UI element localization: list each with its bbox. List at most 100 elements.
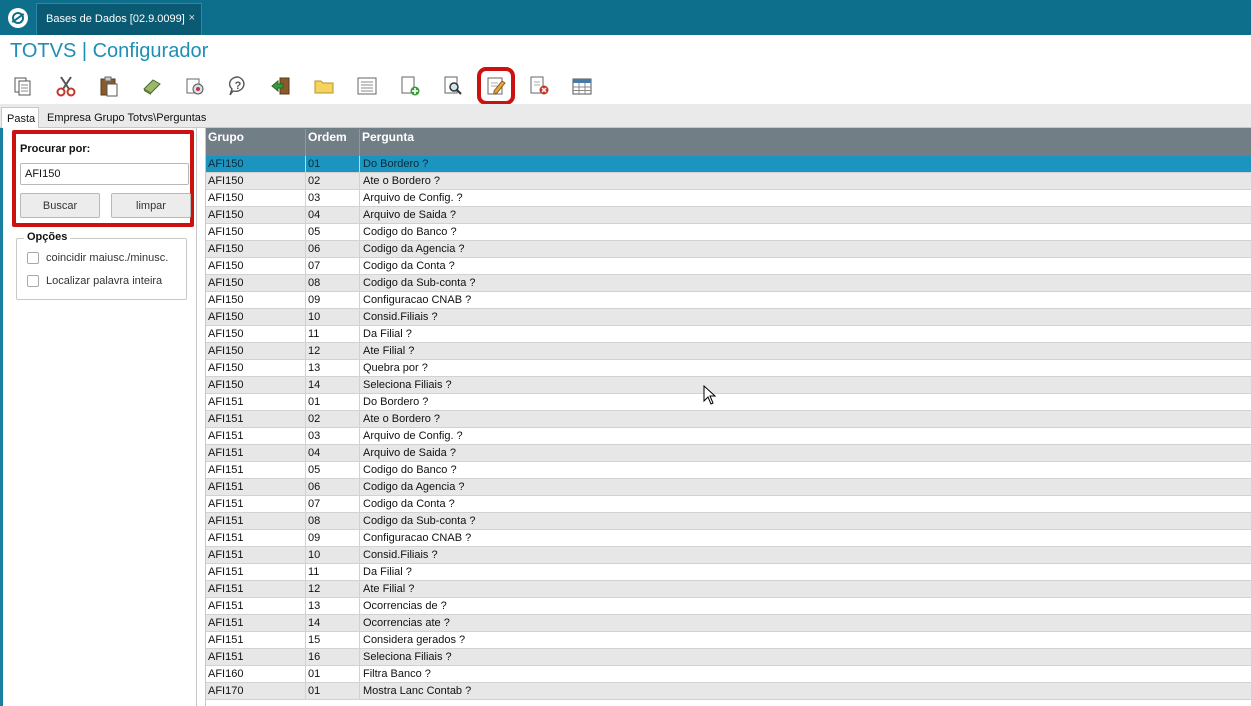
cell-pergunta: Configuracao CNAB ? — [363, 294, 472, 306]
help-icon[interactable]: ? — [227, 75, 249, 97]
cell-pergunta: Ate o Bordero ? — [363, 413, 441, 425]
table-row[interactable]: AFI151 01 Do Bordero ? — [206, 394, 1251, 411]
whole-word-checkbox[interactable] — [27, 275, 39, 287]
table-row[interactable]: AFI150 13 Quebra por ? — [206, 360, 1251, 377]
cell-ordem: 13 — [306, 360, 360, 376]
list-icon[interactable] — [356, 75, 378, 97]
cell-grupo: AFI151 — [206, 598, 306, 614]
table-row[interactable]: AFI151 11 Da Filial ? — [206, 564, 1251, 581]
tab-pasta[interactable]: Pasta — [1, 107, 39, 128]
cell-ordem: 14 — [306, 615, 360, 631]
cell-ordem: 04 — [306, 445, 360, 461]
table-row[interactable]: AFI160 01 Filtra Banco ? — [206, 666, 1251, 683]
search-input[interactable] — [20, 163, 189, 185]
table-row[interactable]: AFI150 12 Ate Filial ? — [206, 343, 1251, 360]
table-row[interactable]: AFI151 09 Configuracao CNAB ? — [206, 530, 1251, 547]
table-row[interactable]: AFI151 10 Consid.Filiais ? — [206, 547, 1251, 564]
match-case-checkbox[interactable] — [27, 252, 39, 264]
eraser-icon[interactable] — [141, 75, 163, 97]
table-icon[interactable] — [571, 75, 593, 97]
cell-grupo: AFI150 — [206, 360, 306, 376]
column-header-ordem[interactable]: Ordem — [306, 129, 360, 156]
table-row[interactable]: AFI151 12 Ate Filial ? — [206, 581, 1251, 598]
app-header: TOTVS | Configurador — [0, 35, 1251, 68]
table-row[interactable]: AFI150 02 Ate o Bordero ? — [206, 173, 1251, 190]
cell-grupo: AFI151 — [206, 564, 306, 580]
table-row[interactable]: AFI150 05 Codigo do Banco ? — [206, 224, 1251, 241]
search-panel: Procurar por: Buscar limpar Opções coinc… — [0, 128, 197, 706]
cell-ordem: 06 — [306, 241, 360, 257]
table-row[interactable]: AFI151 03 Arquivo de Config. ? — [206, 428, 1251, 445]
cell-pergunta: Do Bordero ? — [363, 158, 429, 170]
cut-icon[interactable] — [55, 75, 77, 97]
column-header-grupo[interactable]: Grupo — [206, 129, 306, 156]
search-box-highlight: Procurar por: Buscar limpar — [12, 130, 194, 227]
totvs-logo-icon[interactable] — [8, 8, 28, 28]
paste-icon[interactable] — [98, 75, 120, 97]
copy-icon[interactable] — [12, 75, 34, 97]
cell-pergunta: Ate Filial ? — [363, 583, 415, 595]
match-case-option[interactable]: coincidir maiusc./minusc. — [27, 252, 168, 264]
clear-button[interactable]: limpar — [111, 193, 191, 218]
cell-grupo: AFI151 — [206, 513, 306, 529]
search-button[interactable]: Buscar — [20, 193, 100, 218]
table-row[interactable]: AFI150 07 Codigo da Conta ? — [206, 258, 1251, 275]
cell-pergunta: Codigo da Sub-conta ? — [363, 277, 476, 289]
table-row[interactable]: AFI150 04 Arquivo de Saida ? — [206, 207, 1251, 224]
table-row[interactable]: AFI150 01 Do Bordero ? — [206, 156, 1251, 173]
mouse-cursor-icon — [703, 385, 717, 405]
cell-pergunta: Consid.Filiais ? — [363, 311, 438, 323]
cell-pergunta: Arquivo de Config. ? — [363, 430, 463, 442]
table-row[interactable]: AFI150 06 Codigo da Agencia ? — [206, 241, 1251, 258]
search-label: Procurar por: — [20, 143, 91, 155]
table-row[interactable]: AFI170 01 Mostra Lanc Contab ? — [206, 683, 1251, 700]
folder-icon[interactable] — [313, 75, 335, 97]
cell-ordem: 08 — [306, 513, 360, 529]
cell-ordem: 10 — [306, 309, 360, 325]
table-body: AFI150 01 Do Bordero ? AFI150 02 Ate o Border… — [206, 156, 1251, 700]
cell-grupo: AFI151 — [206, 479, 306, 495]
table-row[interactable]: AFI151 14 Ocorrencias ate ? — [206, 615, 1251, 632]
table-row[interactable]: AFI151 08 Codigo da Sub-conta ? — [206, 513, 1251, 530]
table-row[interactable]: AFI151 05 Codigo do Banco ? — [206, 462, 1251, 479]
whole-word-label: Localizar palavra inteira — [46, 275, 163, 287]
table-row[interactable]: AFI151 13 Ocorrencias de ? — [206, 598, 1251, 615]
close-tab-icon[interactable]: × — [189, 12, 195, 24]
cell-grupo: AFI151 — [206, 615, 306, 631]
search-document-icon[interactable] — [442, 75, 464, 97]
table-row[interactable]: AFI151 15 Considera gerados ? — [206, 632, 1251, 649]
cell-grupo: AFI150 — [206, 343, 306, 359]
table-row[interactable]: AFI150 14 Seleciona Filiais ? — [206, 377, 1251, 394]
app-tab-title: Bases de Dados [02.9.0099] — [46, 13, 185, 25]
cell-pergunta: Arquivo de Saida ? — [363, 447, 456, 459]
cell-grupo: AFI150 — [206, 241, 306, 257]
whole-word-option[interactable]: Localizar palavra inteira — [27, 275, 162, 287]
table-row[interactable]: AFI151 06 Codigo da Agencia ? — [206, 479, 1251, 496]
cell-pergunta: Ate o Bordero ? — [363, 175, 441, 187]
cell-pergunta: Do Bordero ? — [363, 396, 429, 408]
delete-document-icon[interactable] — [528, 75, 550, 97]
table-row[interactable]: AFI151 02 Ate o Bordero ? — [206, 411, 1251, 428]
table-row[interactable]: AFI150 03 Arquivo de Config. ? — [206, 190, 1251, 207]
edit-document-icon[interactable] — [477, 67, 515, 105]
table-row[interactable]: AFI150 08 Codigo da Sub-conta ? — [206, 275, 1251, 292]
cell-ordem: 13 — [306, 598, 360, 614]
cell-ordem: 03 — [306, 428, 360, 444]
table-row[interactable]: AFI151 04 Arquivo de Saida ? — [206, 445, 1251, 462]
cell-pergunta: Codigo do Banco ? — [363, 464, 457, 476]
table-row[interactable]: AFI150 11 Da Filial ? — [206, 326, 1251, 343]
cell-ordem: 11 — [306, 564, 360, 580]
settings-icon[interactable] — [184, 75, 206, 97]
add-document-icon[interactable] — [399, 75, 421, 97]
table-row[interactable]: AFI151 16 Seleciona Filiais ? — [206, 649, 1251, 666]
app-tab[interactable]: Bases de Dados [02.9.0099] × — [36, 3, 202, 35]
column-header-pergunta[interactable]: Pergunta — [360, 129, 1250, 156]
table-row[interactable]: AFI151 07 Codigo da Conta ? — [206, 496, 1251, 513]
cell-grupo: AFI151 — [206, 649, 306, 665]
table-row[interactable]: AFI150 09 Configuracao CNAB ? — [206, 292, 1251, 309]
cell-pergunta: Seleciona Filiais ? — [363, 651, 452, 663]
exit-icon[interactable] — [270, 75, 292, 97]
cell-ordem: 10 — [306, 547, 360, 563]
cell-ordem: 01 — [306, 394, 360, 410]
table-row[interactable]: AFI150 10 Consid.Filiais ? — [206, 309, 1251, 326]
